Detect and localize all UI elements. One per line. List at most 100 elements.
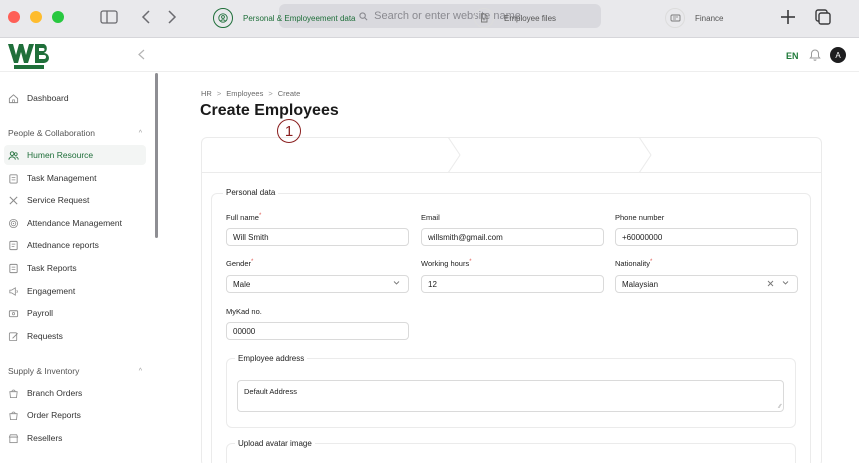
gender-value: Male: [233, 279, 251, 289]
sidebar-item-attendance-management[interactable]: Attendance Management: [4, 213, 146, 233]
sidebar-item-task-reports[interactable]: Task Reports: [4, 258, 146, 278]
step-divider-icon: [447, 137, 461, 173]
sidebar-item-requests[interactable]: Requests: [4, 326, 146, 346]
nationality-label: Nationality*: [615, 259, 652, 268]
sidebar-item-payroll[interactable]: Payroll: [4, 303, 146, 323]
email-label: Email: [421, 213, 440, 222]
sidebar-toggle-icon[interactable]: [98, 6, 120, 28]
sidebar-item-label: Engagement: [27, 286, 76, 296]
chevron-down-icon: [782, 281, 789, 285]
users-icon: [8, 150, 19, 160]
employee-address-legend: Employee address: [235, 354, 308, 363]
tools-icon: [9, 195, 18, 205]
sidebar-item-attendance-reports[interactable]: Attednance reports: [4, 235, 146, 255]
sidebar-item-label: Task Reports: [27, 263, 77, 273]
file-icon: [474, 8, 494, 28]
mykad-input[interactable]: 00000: [226, 322, 409, 340]
breadcrumb-separator-icon: >: [268, 89, 273, 98]
home-icon: [8, 93, 19, 103]
tab-overview-icon[interactable]: [812, 6, 834, 28]
app-header: EN A: [0, 38, 859, 72]
breadcrumb-employees[interactable]: Employees: [226, 89, 263, 98]
address-value: Default Address: [244, 387, 297, 396]
megaphone-icon: [9, 286, 18, 296]
sidebar-item-label: Attendance Management: [27, 218, 122, 228]
wallet-icon: [8, 309, 19, 317]
browser-toolbar: Search or enter website name: [0, 0, 859, 38]
sidebar-scrollbar[interactable]: [155, 73, 158, 238]
clipboard-icon: [9, 173, 18, 184]
sidebar-item-order-reports[interactable]: Order Reports: [4, 405, 146, 425]
gender-label: Gender*: [226, 259, 253, 268]
required-marker: *: [258, 213, 262, 219]
step-label: Personal & Employeement data: [243, 13, 356, 23]
sidebar-section-supply[interactable]: Supply & Inventory ^: [8, 364, 142, 378]
workbench-logo[interactable]: [6, 41, 56, 71]
breadcrumb-separator-icon: >: [216, 89, 222, 98]
breadcrumb-create: Create: [277, 89, 301, 98]
report-icon: [9, 240, 18, 250]
required-marker: *: [469, 259, 472, 265]
sidebar-item-label: Branch Orders: [27, 388, 83, 398]
bell-icon[interactable]: [808, 48, 822, 62]
sidebar-item-resellers[interactable]: Resellers: [4, 428, 146, 448]
nationality-value: Malaysian: [622, 279, 659, 289]
gender-select[interactable]: Male: [226, 275, 409, 293]
store-icon: [8, 433, 19, 443]
mykad-label: MyKad no.: [226, 307, 262, 316]
resize-handle-icon[interactable]: ∕∕: [779, 404, 781, 410]
clear-icon[interactable]: [767, 280, 774, 287]
sidebar-item-label: Order Reports: [27, 410, 81, 420]
money-icon: [665, 8, 685, 28]
back-arrow-icon[interactable]: [138, 6, 154, 28]
avatar[interactable]: A: [830, 47, 846, 63]
nationality-select[interactable]: Malaysian: [615, 275, 798, 293]
sidebar-item-humen-resource[interactable]: Humen Resource: [4, 145, 146, 165]
sidebar-item-branch-orders[interactable]: Branch Orders: [4, 383, 146, 403]
section-title: People & Collaboration: [8, 128, 95, 138]
chevron-up-icon: ^: [138, 129, 142, 137]
upload-avatar-legend: Upload avatar image: [235, 439, 315, 448]
sidebar-item-label: Dashboard: [27, 93, 69, 103]
step-personal-data[interactable]: Personal & Employeement data: [213, 0, 356, 36]
minimize-window-button[interactable]: [30, 11, 42, 23]
full-name-input[interactable]: Will Smith: [226, 228, 409, 246]
working-hours-input[interactable]: 12: [421, 275, 604, 293]
close-window-button[interactable]: [8, 11, 20, 23]
section-title: Supply & Inventory: [8, 366, 80, 376]
chevron-up-icon: ^: [138, 367, 142, 375]
step-employee-files[interactable]: Employee files: [474, 0, 556, 36]
sidebar-item-service-request[interactable]: Service Request: [4, 190, 146, 210]
plus-icon[interactable]: [777, 6, 799, 28]
collapse-sidebar-icon[interactable]: [134, 47, 148, 61]
search-icon: [359, 11, 368, 20]
language-switch[interactable]: EN: [786, 51, 799, 61]
forward-arrow-icon[interactable]: [164, 6, 180, 28]
shopping-bag-icon: [9, 411, 18, 420]
step-finance[interactable]: Finance: [665, 0, 723, 36]
zoom-window-button[interactable]: [52, 11, 64, 23]
sidebar-section-people[interactable]: People & Collaboration ^: [8, 126, 142, 140]
phone-input[interactable]: +60000000: [615, 228, 798, 246]
sidebar-item-engagement[interactable]: Engagement: [4, 281, 146, 301]
label-text: Full name: [226, 213, 259, 222]
page-title: Create Employees: [200, 102, 339, 119]
step-divider-icon: [638, 137, 652, 173]
step-number-marker: 1: [277, 119, 301, 143]
address-textarea[interactable]: Default Address ∕∕: [237, 380, 784, 412]
email-input[interactable]: willsmith@gmail.com: [421, 228, 604, 246]
user-circle-icon: [213, 8, 233, 28]
phone-label: Phone number: [615, 213, 665, 222]
sidebar-item-task-management[interactable]: Task Management: [4, 168, 146, 188]
sidebar-item-dashboard[interactable]: Dashboard: [4, 88, 146, 108]
sidebar-item-label: Payroll: [27, 308, 53, 318]
breadcrumb-hr[interactable]: HR: [201, 89, 212, 98]
sidebar-item-label: Resellers: [27, 433, 63, 443]
breadcrumb: HR > Employees > Create: [201, 89, 300, 98]
working-hours-label: Working hours*: [421, 259, 472, 268]
label-text: Gender: [226, 259, 252, 268]
label-text: Nationality: [615, 259, 651, 268]
sidebar-item-label: Attednance reports: [27, 240, 99, 250]
sidebar-item-label: Humen Resource: [27, 150, 94, 160]
shopping-bag-icon: [9, 389, 18, 398]
